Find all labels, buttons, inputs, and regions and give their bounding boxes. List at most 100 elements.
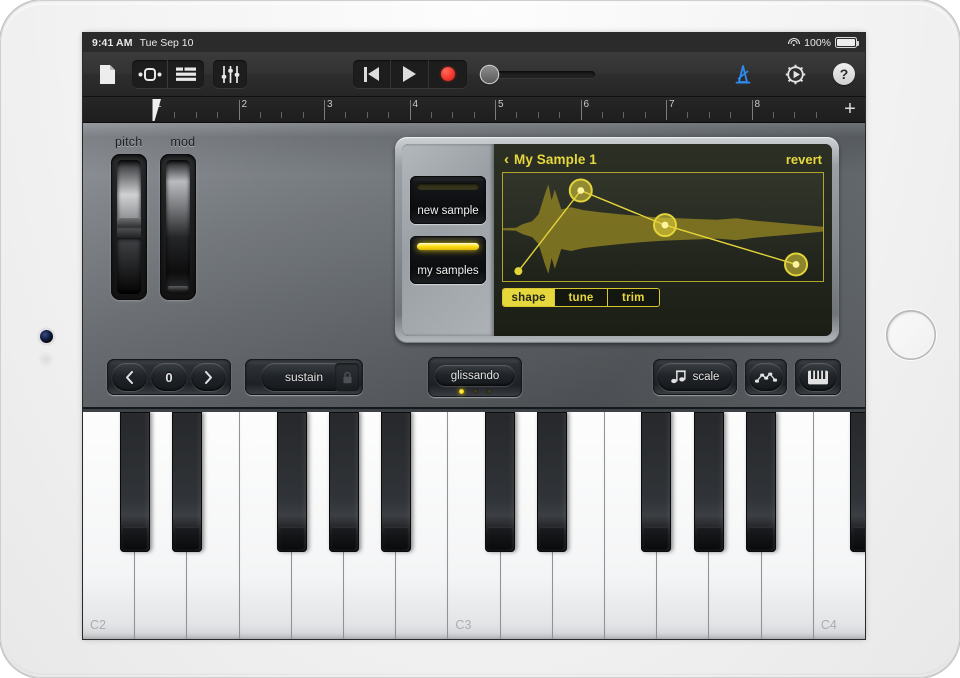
record-button[interactable] — [429, 60, 467, 88]
octave-down-button[interactable] — [112, 363, 148, 391]
timeline-ruler[interactable]: 12345678 + — [83, 97, 865, 123]
master-volume-slider[interactable] — [481, 65, 595, 83]
ipad-device: 9:41 AM Tue Sep 10 100% ? 2 3 4 5 6 7 8 … — [0, 0, 960, 678]
home-button[interactable] — [886, 310, 936, 360]
envelope-handle-start[interactable] — [514, 267, 523, 276]
new-sample-button[interactable]: new sample — [410, 176, 486, 224]
toolbar: ? — [83, 52, 865, 97]
waveform-envelope-editor[interactable] — [502, 172, 824, 282]
glissando-led-3[interactable] — [486, 389, 492, 394]
revert-button[interactable]: revert — [786, 152, 822, 167]
white-key[interactable]: C4 — [813, 412, 865, 639]
pitch-wheel[interactable] — [111, 154, 147, 300]
chevron-right-icon — [204, 370, 212, 384]
white-key[interactable] — [552, 412, 606, 639]
play-button[interactable] — [391, 60, 429, 88]
ruler-bar-number: 7 — [669, 99, 675, 110]
ruler-subtick — [366, 112, 368, 118]
performance-wheels: pitch mod — [107, 135, 227, 300]
white-key[interactable] — [500, 412, 553, 639]
sampler-tab-tune[interactable]: tune — [555, 289, 608, 306]
octave-up-button[interactable] — [190, 363, 226, 391]
chevron-left-icon — [126, 370, 134, 384]
ruler-subtick — [794, 112, 796, 118]
settings-button[interactable] — [780, 60, 811, 88]
tab-list-view[interactable] — [168, 60, 204, 88]
back-chevron-icon[interactable]: ‹ — [504, 152, 509, 167]
playhead[interactable] — [152, 99, 161, 121]
pitch-wheel-label: pitch — [115, 135, 143, 149]
glissando-control[interactable]: glissando — [428, 357, 522, 397]
status-bar: 9:41 AM Tue Sep 10 100% — [83, 33, 865, 52]
ruler-subtick — [473, 112, 475, 118]
play-icon — [403, 66, 416, 82]
white-key[interactable] — [396, 412, 449, 639]
white-key[interactable] — [709, 412, 762, 639]
sampler-instrument-panel: pitch mod new sample my samples ‹ My Sam… — [83, 123, 865, 409]
glissando-label: glissando — [435, 365, 515, 386]
envelope-handle-release-end[interactable] — [792, 261, 800, 268]
arpeggiator-pill[interactable] — [749, 363, 783, 391]
piano-keyboard[interactable]: C2 C3 C4 — [83, 409, 865, 639]
scale-control[interactable]: scale — [653, 359, 737, 395]
envelope-handle-sustain-level[interactable] — [661, 221, 669, 229]
white-key[interactable] — [657, 412, 710, 639]
ruler-subtick — [623, 112, 625, 118]
help-button[interactable]: ? — [833, 63, 855, 85]
white-key[interactable] — [291, 412, 345, 639]
mod-wheel-track — [166, 160, 190, 294]
help-label: ? — [839, 66, 849, 82]
tab-tracks-view[interactable] — [132, 60, 168, 88]
sampler-tab-trim[interactable]: trim — [607, 289, 659, 306]
glissando-led-2[interactable] — [472, 389, 478, 394]
pitch-wheel-grip[interactable] — [117, 217, 141, 238]
my-songs-button[interactable] — [92, 60, 123, 88]
ruler-bar-number: 8 — [754, 99, 761, 110]
envelope-handle-attack-peak[interactable] — [577, 187, 585, 194]
ruler-bar-number: 3 — [327, 99, 333, 110]
keyboard-layout-pill[interactable] — [799, 363, 837, 391]
sampler-module: new sample my samples ‹ My Sample 1 reve… — [395, 137, 839, 343]
gear-icon — [785, 64, 806, 84]
sustain-lock-button[interactable] — [335, 363, 359, 391]
ruler-bar-number: 6 — [583, 99, 590, 110]
white-key[interactable]: C2 — [83, 412, 136, 639]
front-camera-icon — [40, 330, 53, 343]
ruler-subtick — [281, 112, 283, 118]
my-samples-label: my samples — [417, 265, 479, 277]
mixer-button[interactable] — [213, 60, 247, 88]
scale-button[interactable]: scale — [657, 363, 733, 391]
white-key[interactable] — [344, 412, 397, 639]
arpeggiator-button[interactable] — [745, 359, 787, 395]
white-key[interactable] — [605, 412, 658, 639]
ruler-subtick — [516, 112, 518, 118]
white-key[interactable] — [239, 412, 292, 639]
ruler-subtick — [452, 112, 454, 118]
document-icon — [100, 64, 115, 84]
rewind-button[interactable] — [353, 60, 391, 88]
octave-value: 0 — [151, 363, 187, 391]
ruler-bar-number: 2 — [241, 99, 248, 110]
key-label: C4 — [820, 618, 837, 632]
white-key[interactable] — [187, 412, 240, 639]
rewind-icon — [364, 66, 379, 82]
white-key[interactable] — [135, 412, 188, 639]
white-key[interactable] — [761, 412, 814, 639]
sampler-side-buttons: new sample my samples — [402, 144, 494, 336]
add-track-button[interactable]: + — [841, 99, 859, 119]
sampler-tab-shape[interactable]: shape — [503, 289, 556, 306]
my-samples-button[interactable]: my samples — [410, 236, 486, 284]
mod-wheel-grip[interactable] — [168, 286, 188, 290]
pitch-wheel-track — [117, 160, 141, 294]
keyboard-layout-button[interactable] — [795, 359, 841, 395]
mod-wheel[interactable] — [160, 154, 196, 300]
white-key[interactable]: C3 — [448, 412, 501, 639]
glissando-led-1[interactable] — [458, 389, 464, 394]
mod-wheel-label: mod — [170, 135, 196, 149]
volume-slider-knob[interactable] — [481, 65, 498, 83]
double-note-icon — [670, 370, 686, 384]
key-label: C3 — [455, 618, 472, 632]
metronome-button[interactable] — [727, 60, 758, 88]
ruler-subtick — [259, 112, 261, 118]
scale-label: scale — [692, 371, 720, 383]
